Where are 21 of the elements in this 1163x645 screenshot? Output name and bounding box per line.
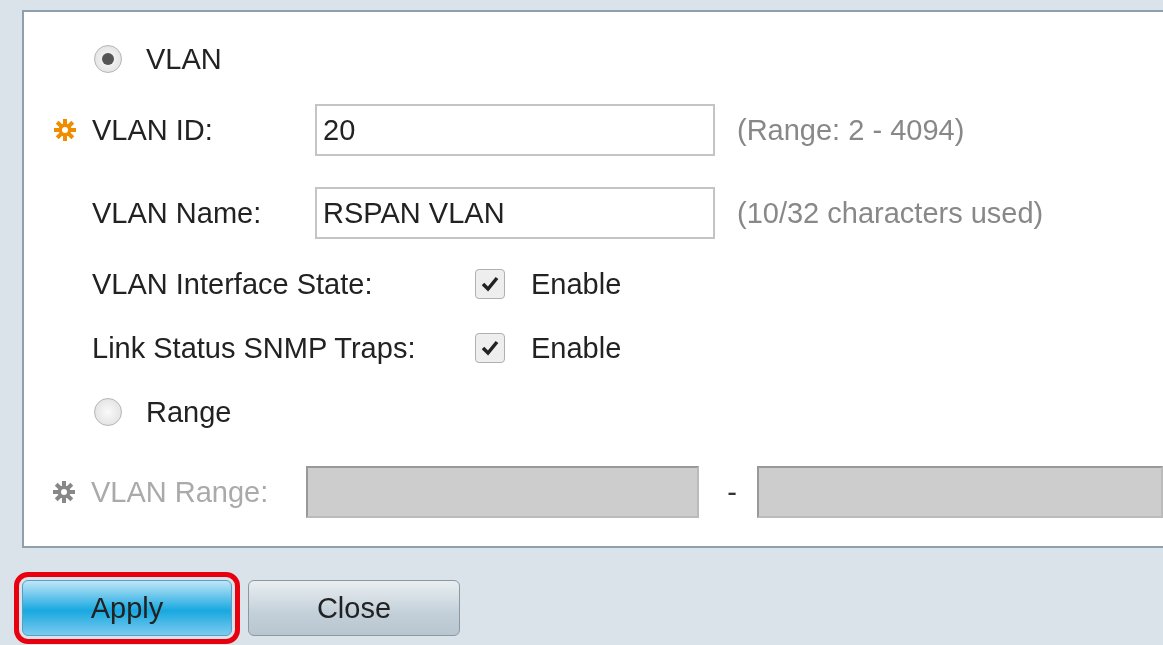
field-label: VLAN Range: xyxy=(90,475,270,509)
input-field[interactable]: 20 xyxy=(315,104,715,156)
input-field[interactable]: RSPAN VLAN xyxy=(315,187,715,239)
radio-button[interactable] xyxy=(94,45,122,73)
field-label: Link Status SNMP Traps: xyxy=(92,331,417,365)
field-hint: (10/32 characters used) xyxy=(737,196,1044,230)
radio-button[interactable] xyxy=(94,398,122,426)
checkbox[interactable] xyxy=(475,333,505,363)
close-button[interactable]: Close xyxy=(248,580,460,636)
checkbox-label: Enable xyxy=(531,331,622,365)
radio-label: VLAN xyxy=(146,42,222,76)
range-separator: - xyxy=(727,475,737,509)
radio-label: Range xyxy=(146,395,232,429)
checkbox[interactable] xyxy=(475,269,505,299)
check-icon xyxy=(480,338,500,358)
check-icon xyxy=(480,274,500,294)
field-label: VLAN ID: xyxy=(92,113,214,147)
field-label: VLAN Name: xyxy=(92,196,263,230)
field-label: VLAN Interface State: xyxy=(92,267,374,301)
field-hint: (Range: 2 - 4094) xyxy=(737,113,965,147)
checkbox-label: Enable xyxy=(531,267,622,301)
